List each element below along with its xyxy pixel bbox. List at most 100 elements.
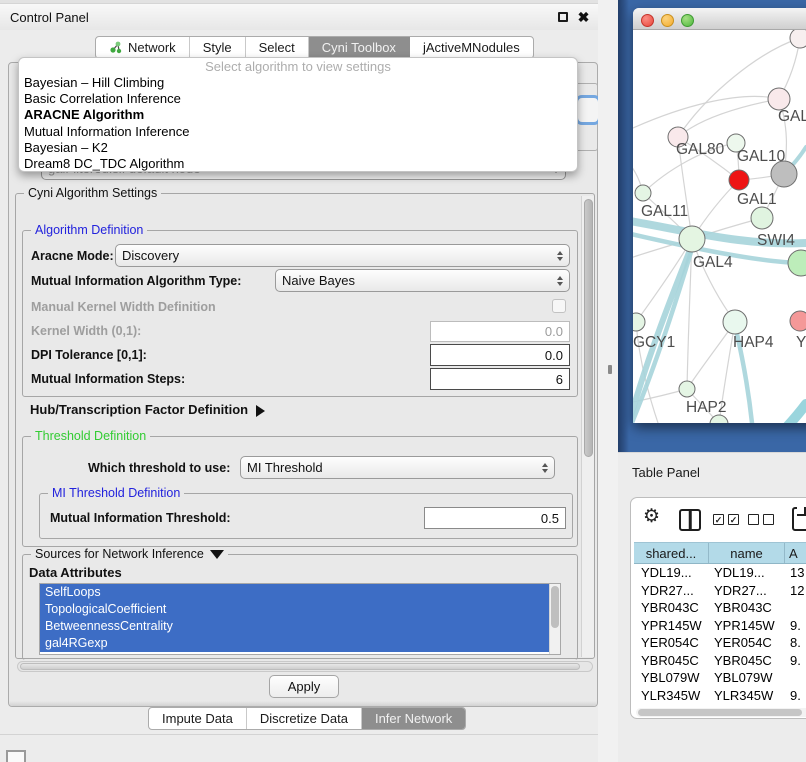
apply-button[interactable]: Apply [269, 675, 339, 698]
table-row[interactable]: YBL079WYBL079W [634, 669, 806, 687]
aracne-mode-value: Discovery [122, 248, 553, 263]
hub-definition-toggle[interactable]: Hub/Transcription Factor Definition [30, 402, 265, 417]
table-scrollbar-thumb[interactable] [638, 709, 802, 716]
mi-algorithm-type-combo[interactable]: Naive Bayes [275, 269, 570, 292]
table-column-header[interactable]: shared... [634, 543, 709, 563]
table-row[interactable]: YDL19...YDL19...13 [634, 564, 806, 582]
zoom-traffic-light-icon[interactable] [681, 14, 694, 27]
network-node[interactable] [723, 310, 747, 334]
gear-icon[interactable]: ⚙ [643, 505, 660, 528]
table-row[interactable]: YDR27...YDR27...12 [634, 582, 806, 600]
collapsed-arrow-icon [256, 405, 265, 417]
split-columns-icon[interactable] [679, 509, 701, 531]
close-icon: ✖ [578, 12, 590, 22]
table-row[interactable]: YPR145WYPR145W9. [634, 617, 806, 635]
horizontal-scrollbar-thumb[interactable] [20, 663, 580, 670]
network-node[interactable] [633, 313, 645, 331]
manual-kernel-width-checkbox[interactable] [552, 299, 566, 313]
network-node-label: GAL80 [676, 141, 725, 158]
network-view-area: GAL80GAL10GALGAL1GAL11GAL4SWI4GCY1HAP4YH… [618, 0, 806, 452]
network-node[interactable] [635, 185, 651, 201]
network-edge[interactable] [678, 99, 779, 137]
settings-vertical-scrollbar[interactable] [581, 196, 594, 657]
attribute-list-item[interactable]: SelfLoops [40, 584, 560, 601]
float-window-button[interactable] [556, 11, 569, 24]
table-panel-title: Table Panel [632, 465, 700, 480]
table-cell: YBR045C [634, 653, 709, 668]
popup-item[interactable]: Bayesian – Hill Climbing [19, 75, 577, 91]
table-column-header[interactable]: A [785, 543, 806, 563]
mi-threshold-definition-title: MI Threshold Definition [48, 486, 184, 500]
network-icon [109, 41, 122, 54]
table-row[interactable]: YBR045CYBR045C9. [634, 652, 806, 670]
network-node-label: GAL4 [693, 254, 733, 271]
aracne-mode-combo[interactable]: Discovery [115, 244, 570, 267]
tab-select[interactable]: Select [246, 37, 309, 58]
data-attributes-list[interactable]: SelfLoopsTopologicalCoefficientBetweenne… [39, 583, 561, 655]
settings-horizontal-scrollbar[interactable] [17, 661, 593, 672]
kernel-width-field[interactable]: 0.0 [430, 321, 570, 342]
network-window-titlebar[interactable] [633, 8, 806, 30]
tab-style[interactable]: Style [190, 37, 246, 58]
which-threshold-combo[interactable]: MI Threshold [240, 456, 555, 479]
popup-item[interactable]: Mutual Information Inference [19, 124, 577, 140]
popup-item[interactable]: Dream8 DC_TDC Algorithm [19, 156, 577, 172]
panel-divider[interactable] [598, 0, 618, 762]
bottom-tab-impute-data[interactable]: Impute Data [149, 708, 247, 729]
minimize-traffic-light-icon[interactable] [661, 14, 674, 27]
tab-label: Cyni Toolbox [322, 40, 396, 55]
network-node[interactable] [790, 311, 806, 331]
network-node[interactable] [679, 381, 695, 397]
close-panel-button[interactable]: ✖ [577, 11, 590, 24]
deselect-checkbox-icon[interactable] [748, 514, 759, 525]
network-node[interactable] [751, 207, 773, 229]
network-node[interactable] [679, 226, 705, 252]
dpi-tolerance-field[interactable]: 0.0 [430, 344, 570, 366]
attribute-list-item[interactable]: BetweennessCentrality [40, 618, 560, 635]
network-node[interactable] [788, 250, 806, 276]
deselect-checkbox-icon-2[interactable] [763, 514, 774, 525]
table-horizontal-scrollbar[interactable] [636, 708, 806, 717]
cyni-algorithm-settings-group: Cyni Algorithm Settings Algorithm Defini… [15, 193, 595, 659]
settings-scrollbar-thumb[interactable] [584, 199, 593, 457]
popup-item[interactable]: Basic Correlation Inference [19, 91, 577, 107]
popup-placeholder: Select algorithm to view settings [19, 58, 577, 75]
bottom-left-partial-icon[interactable] [6, 750, 26, 762]
table-row[interactable]: YER054CYER054C8. [634, 634, 806, 652]
attributes-scrollbar-thumb[interactable] [551, 586, 559, 628]
network-canvas[interactable]: GAL80GAL10GALGAL1GAL11GAL4SWI4GCY1HAP4YH… [633, 30, 806, 423]
cyni-bottom-tabs: Impute DataDiscretize DataInfer Network [148, 707, 466, 730]
attributes-list-scrollbar[interactable] [549, 584, 560, 654]
table-column-header[interactable]: name [709, 543, 785, 563]
network-node[interactable] [790, 30, 806, 48]
table-cell: YBR043C [634, 600, 709, 615]
table-row[interactable]: YBR043CYBR043C [634, 599, 806, 617]
table-function-icon[interactable] [792, 507, 806, 531]
network-window[interactable]: GAL80GAL10GALGAL1GAL11GAL4SWI4GCY1HAP4YH… [633, 8, 806, 423]
tab-cyni-toolbox[interactable]: Cyni Toolbox [309, 37, 410, 58]
select-all-checkbox-icon[interactable]: ✓ [713, 514, 724, 525]
attribute-list-item[interactable]: gal4RGexp [40, 635, 560, 652]
divider-handle-icon[interactable] [608, 365, 612, 374]
close-traffic-light-icon[interactable] [641, 14, 654, 27]
attribute-list-item[interactable]: TopologicalCoefficient [40, 601, 560, 618]
sources-group-title[interactable]: Sources for Network Inference [31, 547, 228, 561]
table-row[interactable]: YLR345WYLR345W9. [634, 687, 806, 705]
select-all-checkbox-icon-2[interactable]: ✓ [728, 514, 739, 525]
bottom-tab-infer-network[interactable]: Infer Network [362, 708, 465, 729]
network-node[interactable] [729, 170, 749, 190]
mi-steps-label: Mutual Information Steps: [31, 372, 185, 386]
bottom-tab-discretize-data[interactable]: Discretize Data [247, 708, 362, 729]
tab-jactivemnodules[interactable]: jActiveMNodules [410, 37, 533, 58]
network-edge[interactable] [762, 404, 806, 423]
tab-network[interactable]: Network [96, 37, 190, 58]
popup-item[interactable]: Bayesian – K2 [19, 140, 577, 156]
network-node[interactable] [768, 88, 790, 110]
mi-steps-field[interactable]: 6 [430, 368, 570, 390]
network-node-label: SWI4 [757, 232, 795, 249]
network-node-label: GAL11 [641, 203, 688, 220]
manual-kernel-width-label: Manual Kernel Width Definition [31, 300, 216, 314]
popup-item[interactable]: ARACNE Algorithm [19, 107, 577, 123]
threshold-definition-title: Threshold Definition [31, 429, 150, 443]
mi-threshold-field[interactable]: 0.5 [424, 507, 566, 529]
